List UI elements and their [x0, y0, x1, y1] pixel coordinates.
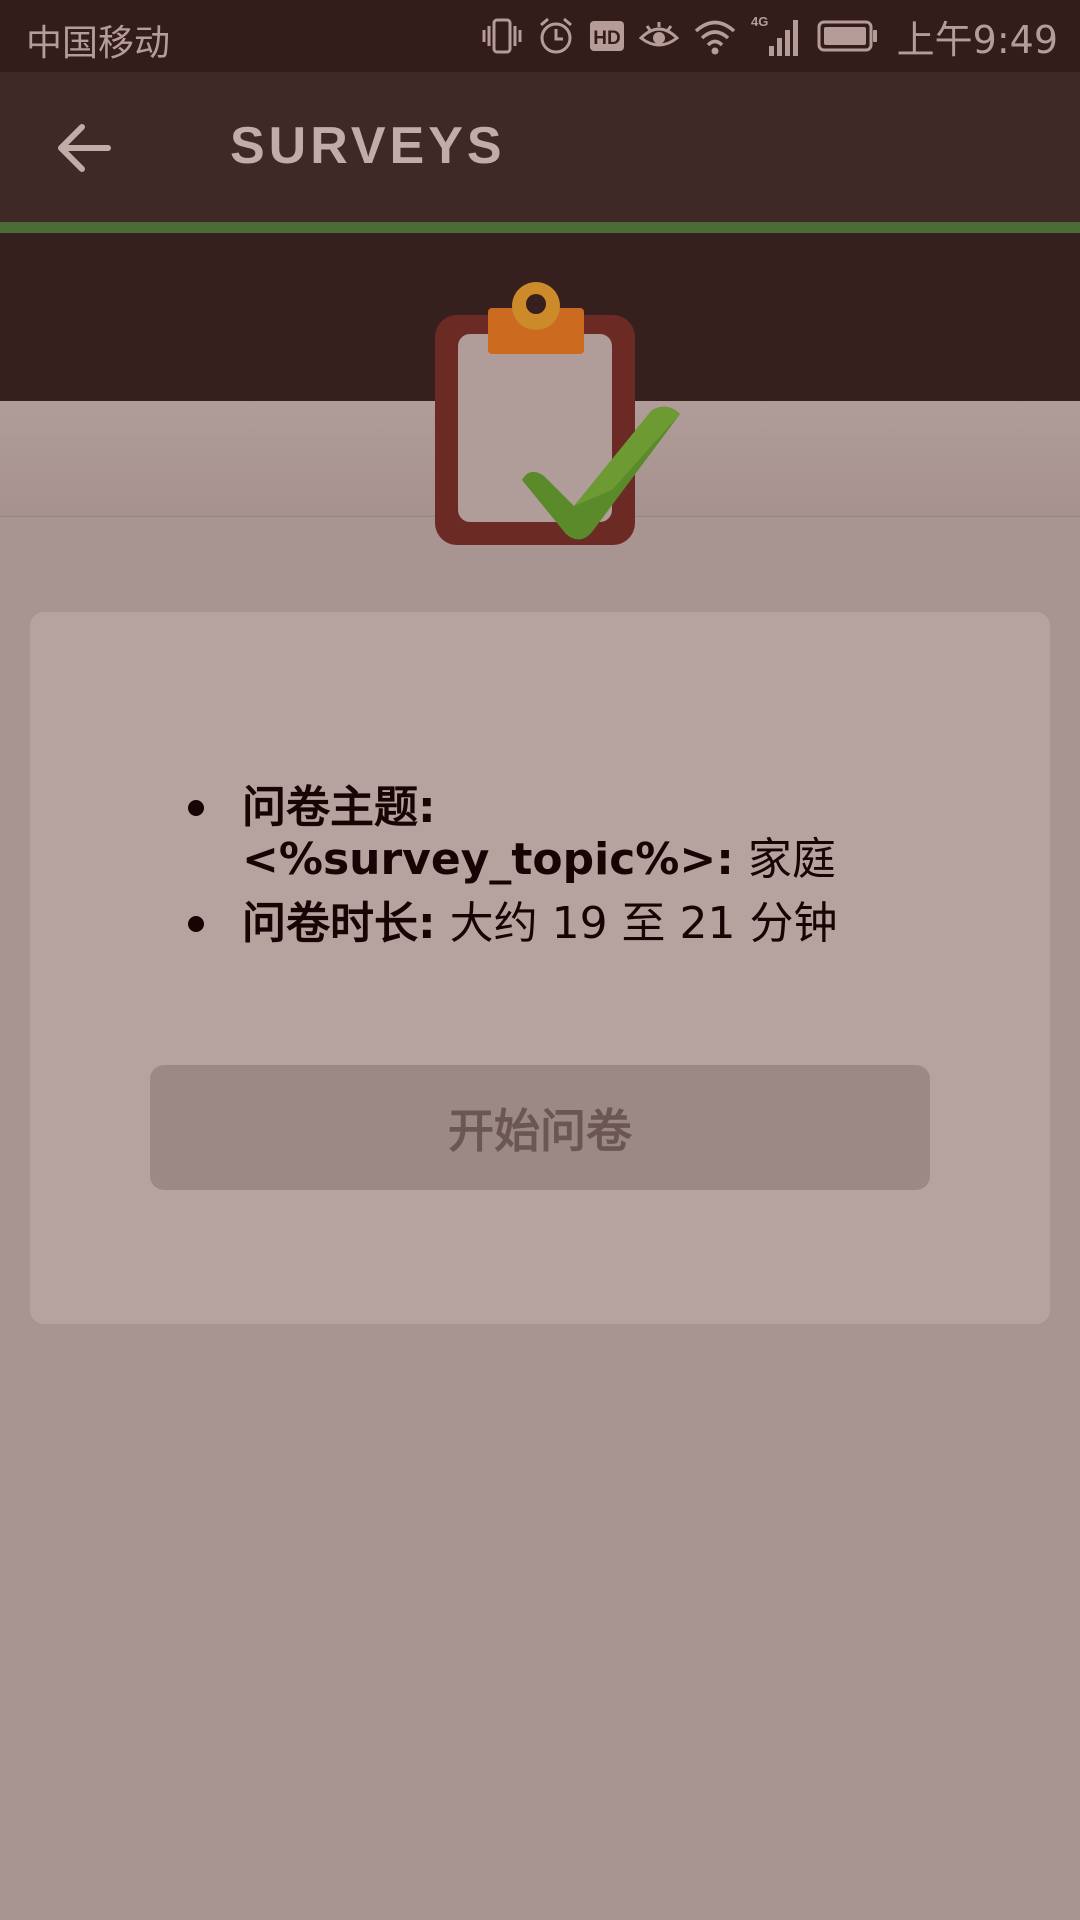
- clock: 上午9:49: [896, 17, 1058, 62]
- survey-duration-label: 问卷时长:: [242, 898, 436, 949]
- survey-card: 问卷主题: <%survey_topic%>: 家庭 问卷时长: 大约 19 至…: [30, 612, 1050, 1324]
- status-bar: 中国移动 HD 4G 上午9:49: [0, 0, 1080, 72]
- start-survey-button[interactable]: 开始问卷: [150, 1065, 930, 1190]
- back-button[interactable]: [46, 110, 122, 186]
- clipboard-check-icon: [435, 282, 680, 545]
- page-title: SURVEYS: [230, 117, 506, 175]
- hd-badge-text: HD: [593, 28, 620, 49]
- hd-icon: HD: [589, 21, 624, 51]
- accent-divider: [0, 222, 1080, 233]
- survey-topic-value: 家庭: [733, 834, 836, 885]
- eye-icon: [638, 22, 679, 47]
- vibrate-icon: [482, 18, 522, 54]
- survey-info-list: 问卷主题: <%survey_topic%>: 家庭 问卷时长: 大约 19 至…: [154, 782, 934, 962]
- alarm-icon: [539, 17, 572, 54]
- app-bar: SURVEYS: [0, 72, 1080, 222]
- signal-icon: 4G: [751, 14, 798, 56]
- survey-topic-label: 问卷主题: <%survey_topic%>:: [242, 782, 734, 885]
- bullet: [188, 916, 204, 932]
- status-icons: HD 4G 上午9:49: [481, 12, 1058, 62]
- survey-topic-item: 问卷主题: <%survey_topic%>: 家庭: [154, 782, 934, 886]
- survey-duration-value: 大约 19 至 21 分钟: [435, 898, 838, 949]
- network-type-text: 4G: [751, 14, 768, 29]
- arrow-left-icon: [58, 124, 111, 172]
- carrier-name: 中国移动: [26, 23, 171, 64]
- battery-icon: [817, 20, 877, 52]
- wifi-icon: [694, 20, 735, 55]
- survey-duration-item: 问卷时长: 大约 19 至 21 分钟: [154, 898, 934, 950]
- bullet: [188, 800, 204, 816]
